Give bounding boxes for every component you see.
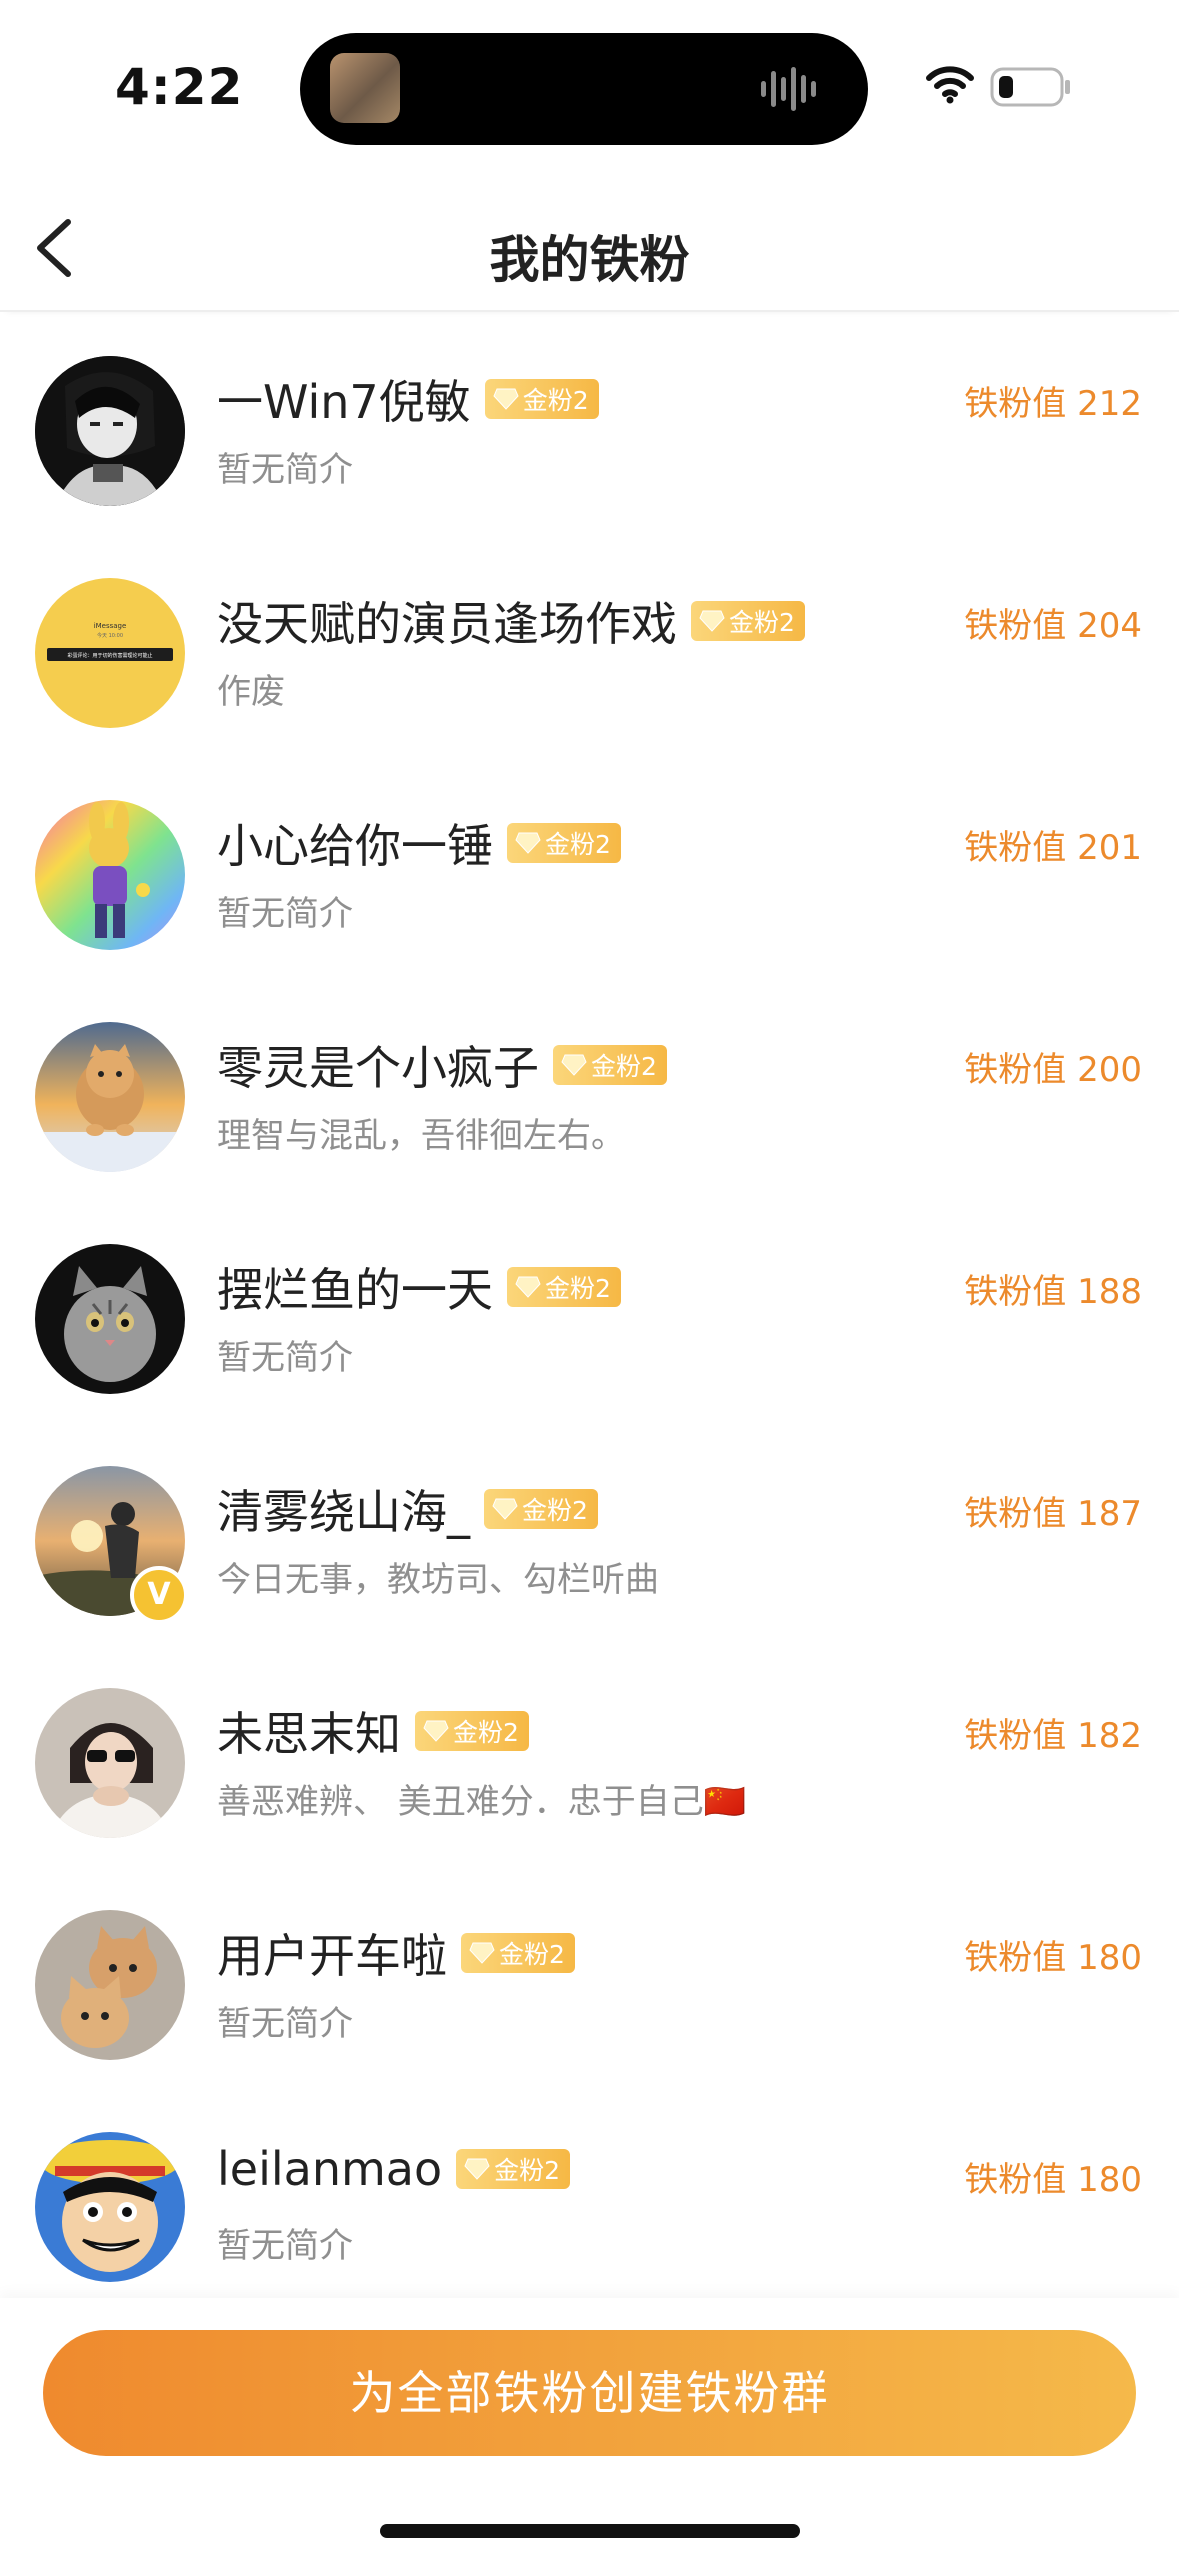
fan-bio: 暂无简介 xyxy=(217,2226,353,2266)
fan-level-badge: 金粉2 xyxy=(461,1933,575,1973)
home-indicator[interactable] xyxy=(380,2524,800,2538)
create-fan-group-button[interactable]: 为全部铁粉创建铁粉群 xyxy=(43,2330,1136,2456)
wifi-icon xyxy=(926,66,974,104)
fan-score: 铁粉值 182 xyxy=(964,1716,1142,1756)
fan-name: 摆烂鱼的一天 xyxy=(217,1263,493,1317)
gem-icon xyxy=(464,2158,490,2180)
status-bar: 4:22 xyxy=(0,0,1179,170)
fan-level-badge: 金粉2 xyxy=(484,379,599,419)
fan-bio: 暂无简介 xyxy=(217,1338,353,1378)
bottom-action-bar: 为全部铁粉创建铁粉群 xyxy=(0,2298,1179,2556)
cartoon-rabbit-avatar-image xyxy=(35,800,185,950)
fan-badge-label: 金粉2 xyxy=(453,1718,519,1747)
fan-list-item[interactable]: 小心给你一锤 金粉2 暂无简介 铁粉值 201 xyxy=(0,764,1179,986)
fan-name: 用户开车啦 xyxy=(217,1929,447,1983)
fan-name: 清雾绕山海_ xyxy=(217,1485,470,1539)
fan-name: 未思末知 xyxy=(217,1707,401,1761)
fan-level-badge: 金粉2 xyxy=(553,1045,667,1085)
fan-list-item[interactable]: leilanmao 金粉2 暂无简介 铁粉值 180 xyxy=(0,2096,1179,2318)
fan-badge-label: 金粉2 xyxy=(591,1052,657,1081)
now-playing-thumbnail xyxy=(330,53,400,123)
gem-icon xyxy=(515,1276,541,1298)
fan-badge-label: 金粉2 xyxy=(522,386,589,415)
gem-icon xyxy=(423,1720,449,1742)
fan-level-badge: 金粉2 xyxy=(507,823,621,863)
fan-bio: 暂无简介 xyxy=(217,2004,353,2044)
fan-list-item[interactable]: V 清雾绕山海_ 金粉2 今日无事，教坊司、勾栏听曲 铁粉值 187 xyxy=(0,1430,1179,1652)
two-cats-avatar-image xyxy=(35,1910,185,2060)
fan-score: 铁粉值 201 xyxy=(964,828,1142,868)
anime-girl-avatar-image xyxy=(35,356,185,506)
fan-score: 铁粉值 187 xyxy=(964,1494,1142,1534)
luffy-avatar-image xyxy=(35,2132,185,2282)
fan-badge-label: 金粉2 xyxy=(494,2156,561,2185)
fan-name: 零灵是个小疯子 xyxy=(217,1041,539,1095)
avatar[interactable] xyxy=(35,1022,185,1172)
gem-icon xyxy=(492,1498,518,1520)
fan-score: 铁粉值 188 xyxy=(964,1272,1142,1312)
fan-list-item[interactable]: 未思末知 金粉2 善恶难辨、 美丑难分．忠于自己🇨🇳 铁粉值 182 xyxy=(0,1652,1179,1874)
sunglasses-person-avatar-image xyxy=(35,1688,185,1838)
fan-bio: 理智与混乱，吾徘徊左右。 xyxy=(217,1116,625,1156)
fan-bio: 善恶难辨、 美丑难分．忠于自己🇨🇳 xyxy=(217,1782,747,1822)
fan-badge-label: 金粉2 xyxy=(545,1274,611,1303)
fan-badge-label: 金粉2 xyxy=(729,608,795,637)
fan-score: 铁粉值 204 xyxy=(964,606,1142,646)
avatar[interactable]: iMessage 今天 10:00 彩蛋评论：用于切的伤害需理论可能止 xyxy=(35,578,185,728)
fan-badge-label: 金粉2 xyxy=(545,830,611,859)
avatar[interactable] xyxy=(35,356,185,506)
fan-level-badge: 金粉2 xyxy=(484,1489,598,1529)
fan-list-item[interactable]: 零灵是个小疯子 金粉2 理智与混乱，吾徘徊左右。 铁粉值 200 xyxy=(0,986,1179,1208)
avatar[interactable] xyxy=(35,2132,185,2282)
fan-bio: 暂无简介 xyxy=(217,894,353,934)
tabby-cat-avatar-image xyxy=(35,1244,185,1394)
avatar[interactable] xyxy=(35,800,185,950)
avatar-thumb-time: 今天 10:00 xyxy=(97,632,123,639)
fan-level-badge: 金粉2 xyxy=(507,1267,621,1307)
fan-score: 铁粉值 180 xyxy=(964,2160,1142,2200)
avatar[interactable] xyxy=(35,1910,185,2060)
dynamic-island[interactable] xyxy=(300,33,868,145)
gem-icon xyxy=(493,388,519,410)
fan-bio: 今日无事，教坊司、勾栏听曲 xyxy=(217,1560,659,1600)
fan-list-item[interactable]: iMessage 今天 10:00 彩蛋评论：用于切的伤害需理论可能止 没天赋的… xyxy=(0,542,1179,764)
page-title: 我的铁粉 xyxy=(489,231,690,289)
fan-level-badge: 金粉2 xyxy=(691,601,805,641)
avatar[interactable] xyxy=(35,1688,185,1838)
audio-wave-icon xyxy=(761,67,816,111)
fan-level-badge: 金粉2 xyxy=(415,1711,529,1751)
fan-badge-label: 金粉2 xyxy=(522,1496,588,1525)
avatar[interactable] xyxy=(35,1244,185,1394)
navigation-bar: 我的铁粉 xyxy=(0,170,1179,312)
avatar-thumb-message: 彩蛋评论：用于切的伤害需理论可能止 xyxy=(67,652,152,659)
verified-badge: V xyxy=(130,1566,188,1624)
imessage-screenshot-avatar-image: iMessage 今天 10:00 彩蛋评论：用于切的伤害需理论可能止 xyxy=(35,578,185,728)
fan-name: 小心给你一锤 xyxy=(217,819,493,873)
fan-bio: 作废 xyxy=(217,672,285,712)
fan-list-item[interactable]: 一Win7倪敏 金粉2 暂无简介 铁粉值 212 xyxy=(0,320,1179,542)
fan-name: 没天赋的演员逢场作戏 xyxy=(217,597,677,651)
fan-score: 铁粉值 180 xyxy=(964,1938,1142,1978)
status-time: 4:22 xyxy=(115,58,244,116)
gem-icon xyxy=(515,832,541,854)
avatar-thumb-title: iMessage xyxy=(94,622,127,630)
fan-list-item[interactable]: 用户开车啦 金粉2 暂无简介 铁粉值 180 xyxy=(0,1874,1179,2096)
gem-icon xyxy=(561,1054,587,1076)
fan-score: 铁粉值 212 xyxy=(964,384,1142,424)
fan-name: 一Win7倪敏 xyxy=(217,375,471,429)
fan-list-item[interactable]: 摆烂鱼的一天 金粉2 暂无简介 铁粉值 188 xyxy=(0,1208,1179,1430)
fan-score: 铁粉值 200 xyxy=(964,1050,1142,1090)
fan-name: leilanmao xyxy=(217,2142,443,2196)
gem-icon xyxy=(699,610,725,632)
fan-level-badge: 金粉2 xyxy=(456,2149,571,2189)
fan-badge-label: 金粉2 xyxy=(499,1940,565,1969)
gem-icon xyxy=(469,1942,495,1964)
fan-list: 一Win7倪敏 金粉2 暂无简介 铁粉值 212 iMessage 今天 10:… xyxy=(0,320,1179,2318)
jumping-cat-avatar-image xyxy=(35,1022,185,1172)
battery-icon xyxy=(990,67,1070,107)
fan-bio: 暂无简介 xyxy=(217,450,353,490)
